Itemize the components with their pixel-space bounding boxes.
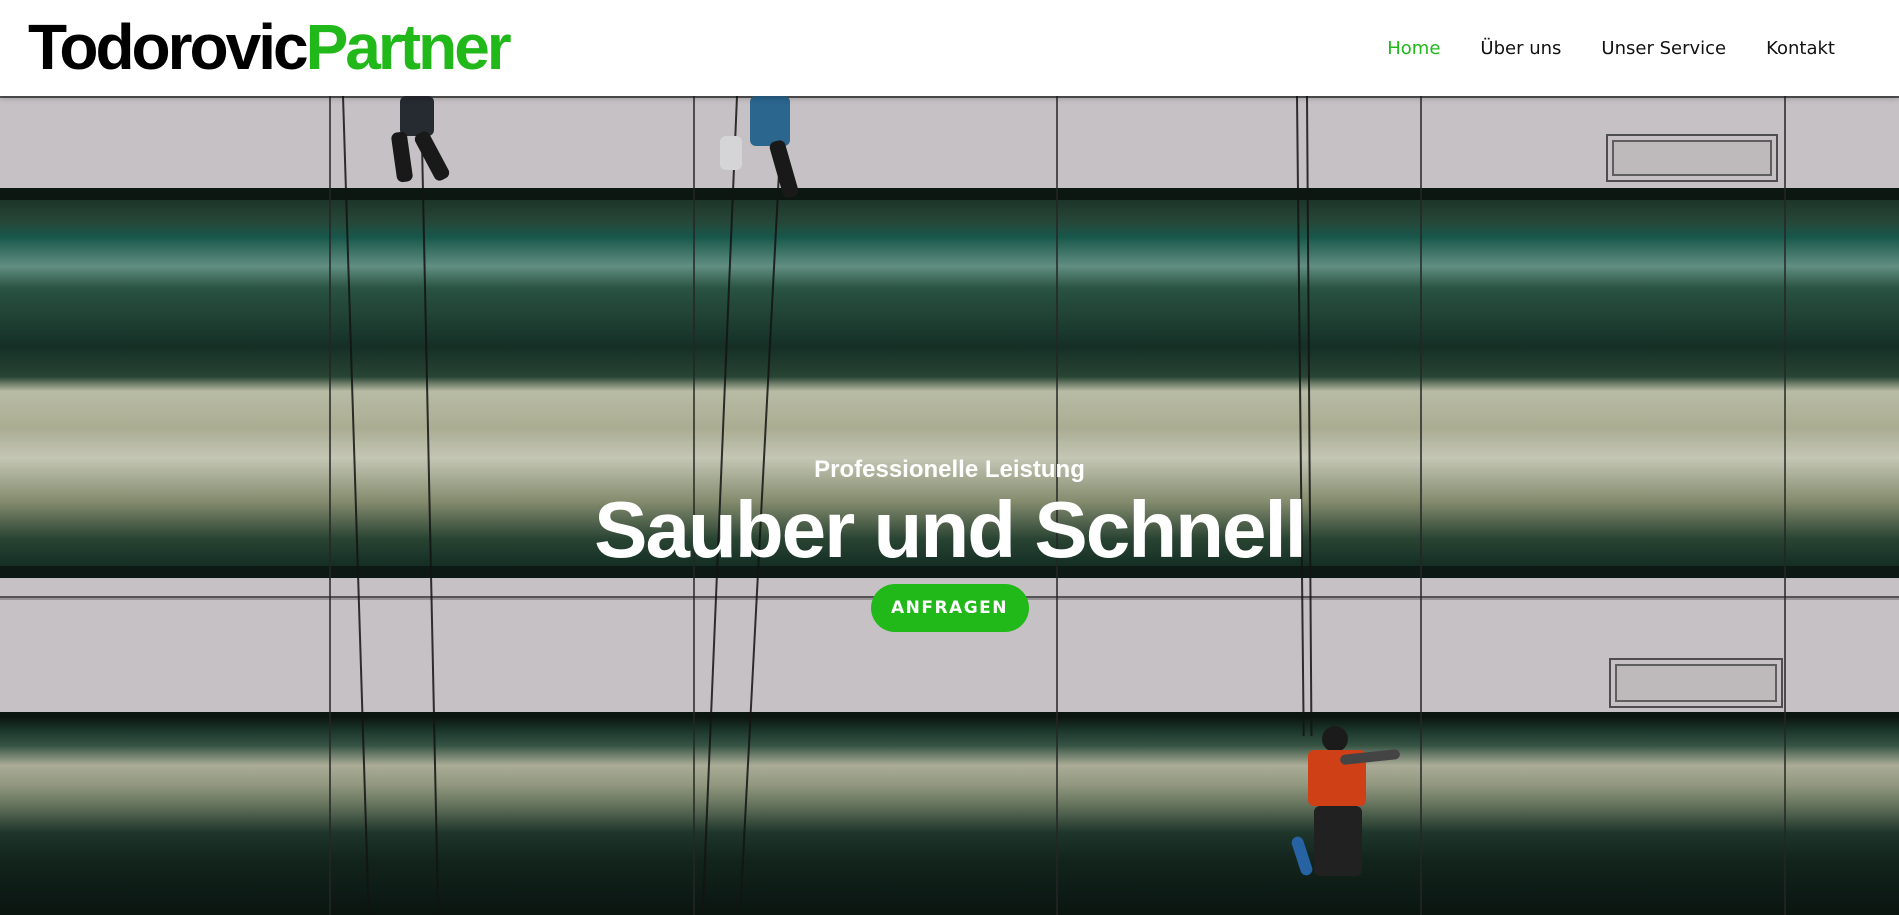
hero-title: Sauber und Schnell (594, 485, 1307, 574)
site-header: TodorovicPartner Home Über uns Unser Ser… (0, 0, 1899, 96)
logo-text-partner: Partner (305, 11, 512, 83)
site-logo[interactable]: TodorovicPartner (28, 8, 512, 86)
hero-subtitle: Professionelle Leistung (814, 456, 1085, 483)
hero-content: Professionelle Leistung Sauber und Schne… (0, 456, 1899, 632)
main-navigation: Home Über uns Unser Service Kontakt (1387, 0, 1835, 96)
hero-section: Professionelle Leistung Sauber und Schne… (0, 96, 1899, 915)
nav-link-unser-service[interactable]: Unser Service (1601, 38, 1726, 59)
page: TodorovicPartner Home Über uns Unser Ser… (0, 0, 1899, 915)
nav-link-home[interactable]: Home (1387, 38, 1440, 59)
nav-link-ueber-uns[interactable]: Über uns (1480, 38, 1561, 59)
nav-link-kontakt[interactable]: Kontakt (1766, 38, 1835, 59)
logo-text-todorovic: Todorovic (28, 11, 309, 83)
anfragen-button[interactable]: ANFRAGEN (870, 584, 1029, 632)
